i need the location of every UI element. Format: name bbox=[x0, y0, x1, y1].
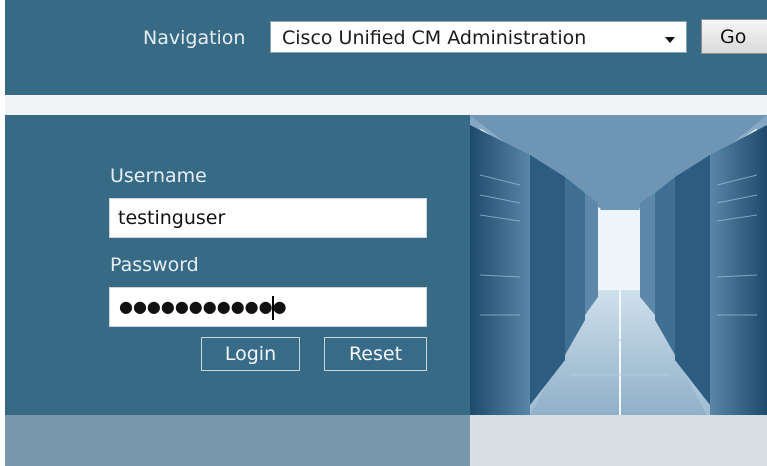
header-bar: Navigation Cisco Unified CM Administrati… bbox=[5, 0, 767, 95]
navigation-selected-value: Cisco Unified CM Administration bbox=[282, 27, 587, 49]
password-label: Password bbox=[110, 254, 199, 276]
reset-button[interactable]: Reset bbox=[324, 337, 427, 371]
footer-left bbox=[5, 415, 470, 466]
password-input[interactable]: ●●●●●●●●●●●● bbox=[109, 287, 427, 327]
navigation-label: Navigation bbox=[143, 27, 246, 49]
login-button[interactable]: Login bbox=[201, 337, 300, 371]
navigation-dropdown[interactable]: Cisco Unified CM Administration bbox=[270, 21, 687, 53]
chevron-down-icon bbox=[665, 37, 675, 43]
text-caret bbox=[272, 296, 274, 320]
datacenter-image bbox=[470, 115, 767, 415]
server-corridor-illustration bbox=[470, 115, 767, 415]
login-panel: Username Password ●●●●●●●●●●●● Login Res… bbox=[5, 115, 470, 415]
password-mask: ●●●●●●●●●●●● bbox=[119, 297, 287, 316]
go-button[interactable]: Go bbox=[701, 19, 767, 54]
footer-right bbox=[470, 415, 767, 466]
divider-strip bbox=[5, 95, 767, 115]
username-label: Username bbox=[110, 165, 207, 187]
username-input[interactable] bbox=[109, 198, 427, 238]
